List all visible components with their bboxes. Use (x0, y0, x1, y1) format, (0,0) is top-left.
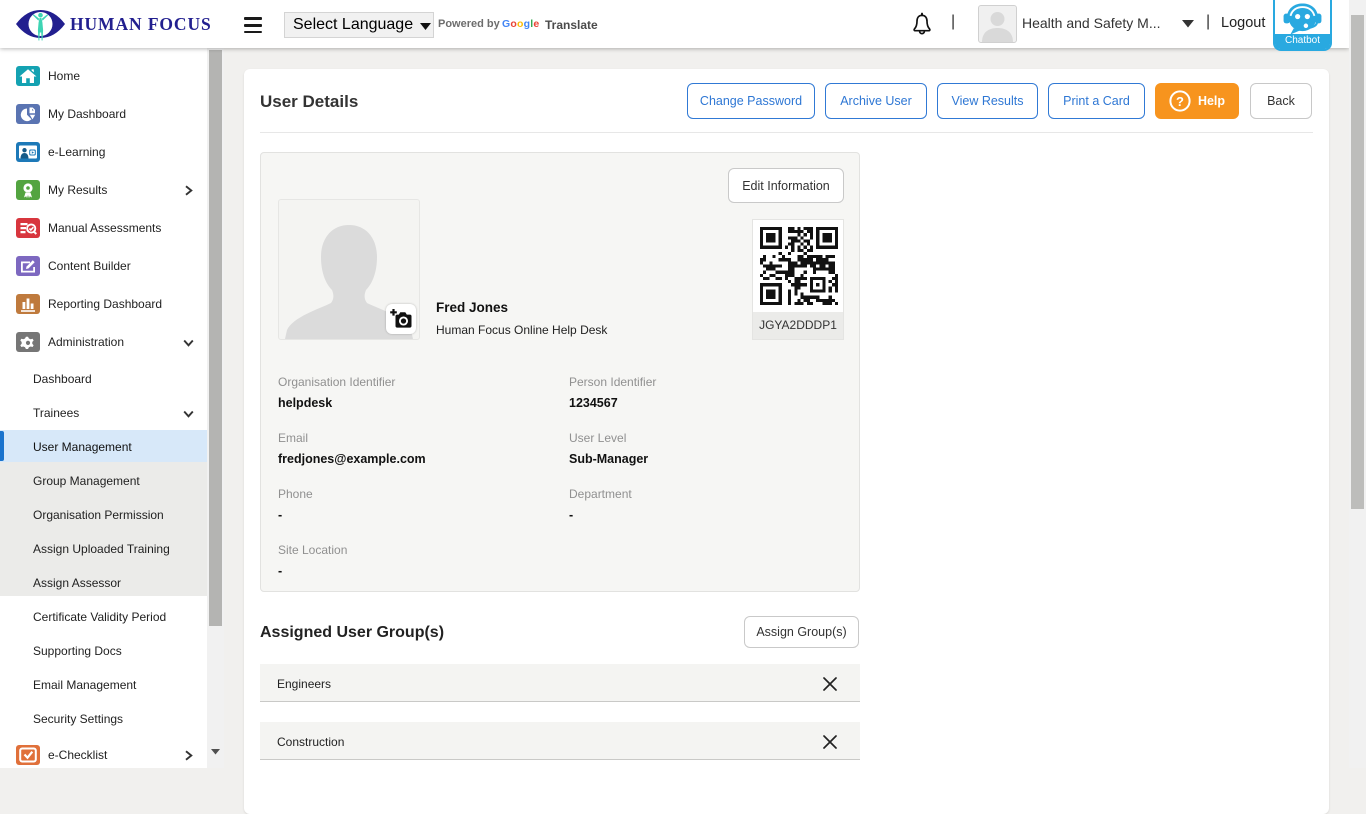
svg-text:?: ? (1176, 94, 1184, 109)
svg-text:HUMAN FOCUS: HUMAN FOCUS (70, 14, 212, 34)
